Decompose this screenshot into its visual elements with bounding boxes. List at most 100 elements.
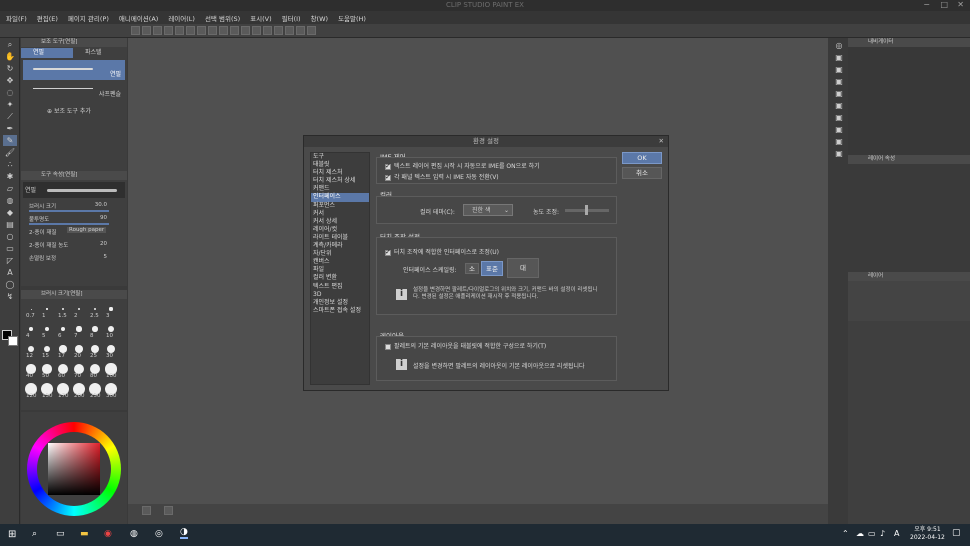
layout-icon[interactable] <box>164 506 174 515</box>
ok-button[interactable]: OK <box>622 152 662 164</box>
fill-tool-icon[interactable]: ◆ <box>3 207 17 218</box>
subtool-item-mechanical-pencil[interactable]: 샤프펜슬 <box>23 80 125 100</box>
app-icon[interactable]: ◍ <box>130 529 138 539</box>
brush-size-dot[interactable] <box>93 307 97 311</box>
brush-size-dot[interactable] <box>60 326 66 332</box>
navigation-icon[interactable] <box>142 506 151 515</box>
frame-tool-icon[interactable]: ▭ <box>3 243 17 254</box>
new-icon[interactable] <box>131 26 140 35</box>
network-icon[interactable]: ▭ <box>868 529 876 538</box>
brush-size-dot[interactable] <box>109 307 113 311</box>
category-item[interactable]: 라이트 테이블 <box>311 234 369 242</box>
text-tool-icon[interactable]: A <box>3 267 17 278</box>
zoom-tool-icon[interactable]: ⌕ <box>3 39 17 50</box>
slider-track[interactable] <box>29 223 109 225</box>
prop-row-stabilization[interactable]: 손떨림 보정 5 <box>21 252 127 265</box>
category-item[interactable]: 레이어/컷 <box>311 226 369 234</box>
windows-start-icon[interactable]: ⊞ <box>8 529 16 540</box>
brush-size-dot[interactable] <box>90 344 100 354</box>
material-icon-3[interactable]: ▣ <box>832 76 846 87</box>
app-icon-2[interactable]: ◎ <box>155 529 163 539</box>
volume-icon[interactable]: ♪ <box>880 529 885 538</box>
category-item[interactable]: 텍스트 편집 <box>311 283 369 291</box>
snap-ruler-icon[interactable] <box>263 26 272 35</box>
tab-pencil[interactable]: 연필 <box>21 48 73 58</box>
prop-row-opacity[interactable]: 불투명도 90 <box>21 213 127 226</box>
pen-tool-icon[interactable]: ✒ <box>3 123 17 134</box>
category-item[interactable]: 커서 <box>311 210 369 218</box>
category-item[interactable]: 3D <box>311 291 369 299</box>
menu-edit[interactable]: 편집(E) <box>37 13 58 23</box>
clip-studio-icon[interactable] <box>296 26 305 35</box>
magic-wand-icon[interactable]: ✦ <box>3 99 17 110</box>
brush-size-dot[interactable] <box>62 308 64 310</box>
fill-icon[interactable] <box>208 26 217 35</box>
brush-size-dot[interactable] <box>44 326 50 332</box>
cloud-icon[interactable]: ☁ <box>856 529 864 538</box>
prop-row-brush-size[interactable]: 브러시 크기 30.0 <box>21 200 127 213</box>
snap-special-ruler-icon[interactable] <box>274 26 283 35</box>
assets-icon[interactable] <box>307 26 316 35</box>
brush-size-dot[interactable] <box>108 326 114 332</box>
brush-size-dot[interactable] <box>30 308 32 310</box>
correct-line-tool-icon[interactable]: ↯ <box>3 291 17 302</box>
material-icon-5[interactable]: ▣ <box>832 100 846 111</box>
material-icon-9[interactable]: ▣ <box>832 148 846 159</box>
ime-option-2[interactable]: 각 패널 텍스트 입력 시 IME 자동 전환(V) <box>385 172 499 181</box>
invert-selection-icon[interactable] <box>241 26 250 35</box>
color-theme-select[interactable]: 진한 색 ⌄ <box>463 204 513 216</box>
brush-size-dot[interactable] <box>59 345 67 353</box>
figure-tool-icon[interactable]: ○ <box>3 231 17 242</box>
layout-option[interactable]: 팔레트의 기본 레이아웃을 태블릿에 적합한 구성으로 하기(T) <box>385 341 546 350</box>
prop-row-texture-density[interactable]: 2-종이 재질 농도 20 <box>21 239 127 252</box>
minimize-button[interactable]: − <box>923 0 930 9</box>
material-icon-4[interactable]: ▣ <box>832 88 846 99</box>
snap-grid-icon[interactable] <box>285 26 294 35</box>
eyedropper-icon[interactable]: ⟋ <box>3 111 17 122</box>
color-saturation-square[interactable] <box>48 443 100 495</box>
brush-size-dot[interactable] <box>92 326 98 332</box>
checkbox-icon[interactable] <box>385 343 391 350</box>
scale-small-button[interactable]: 소 <box>465 263 479 274</box>
airbrush-tool-icon[interactable]: ∴ <box>3 159 17 170</box>
menu-selection[interactable]: 선택 범위(S) <box>205 13 240 23</box>
category-item[interactable]: 컬러 변환 <box>311 274 369 282</box>
deselect-icon[interactable] <box>230 26 239 35</box>
density-slider[interactable] <box>565 205 609 215</box>
brush-size-dot[interactable] <box>77 307 81 311</box>
material-icon-6[interactable]: ▣ <box>832 112 846 123</box>
category-item[interactable]: 개인정보 설정 <box>311 299 369 307</box>
category-item[interactable]: 스마트폰 접속 설정 <box>311 307 369 315</box>
material-icon[interactable]: ▣ <box>832 52 846 63</box>
brush-size-dot[interactable] <box>27 345 35 353</box>
transform-icon[interactable] <box>219 26 228 35</box>
material-icon-7[interactable]: ▣ <box>832 124 846 135</box>
navigator-view[interactable] <box>848 47 970 155</box>
menu-animation[interactable]: 애니메이션(A) <box>119 13 158 23</box>
eraser-tool-icon[interactable]: ▱ <box>3 183 17 194</box>
redo-icon[interactable] <box>175 26 184 35</box>
tab-pastel[interactable]: 파스텔 <box>73 48 125 58</box>
move-tool-icon[interactable]: ✥ <box>3 75 17 86</box>
dialog-close-icon[interactable]: ✕ <box>659 136 664 147</box>
brush-size-dot[interactable] <box>29 327 33 331</box>
menu-view[interactable]: 표시(V) <box>250 13 271 23</box>
category-item[interactable]: 태블릿 <box>311 161 369 169</box>
notification-icon[interactable]: ▢ <box>952 528 961 538</box>
decoration-tool-icon[interactable]: ✱ <box>3 171 17 182</box>
slider-handle[interactable] <box>585 205 588 215</box>
tray-chevron-icon[interactable]: ⌃ <box>842 529 849 538</box>
menu-window[interactable]: 창(W) <box>311 13 328 23</box>
clock[interactable]: 오후 9:51 2022-04-12 <box>910 526 945 542</box>
prop-row-paper-texture[interactable]: 2-종이 재질 Rough paper <box>21 226 127 239</box>
sub-color-swatch[interactable] <box>8 336 18 346</box>
open-icon[interactable] <box>142 26 151 35</box>
category-item[interactable]: 자/단위 <box>311 250 369 258</box>
pencil-tool-icon[interactable]: ✎ <box>3 135 17 146</box>
cancel-button[interactable]: 취소 <box>622 167 662 179</box>
show-selection-icon[interactable] <box>252 26 261 35</box>
gradient-tool-icon[interactable]: ▤ <box>3 219 17 230</box>
checkbox-icon[interactable] <box>385 173 391 181</box>
chrome-icon[interactable]: ◉ <box>104 529 112 539</box>
brush-size-dot[interactable] <box>46 308 48 310</box>
